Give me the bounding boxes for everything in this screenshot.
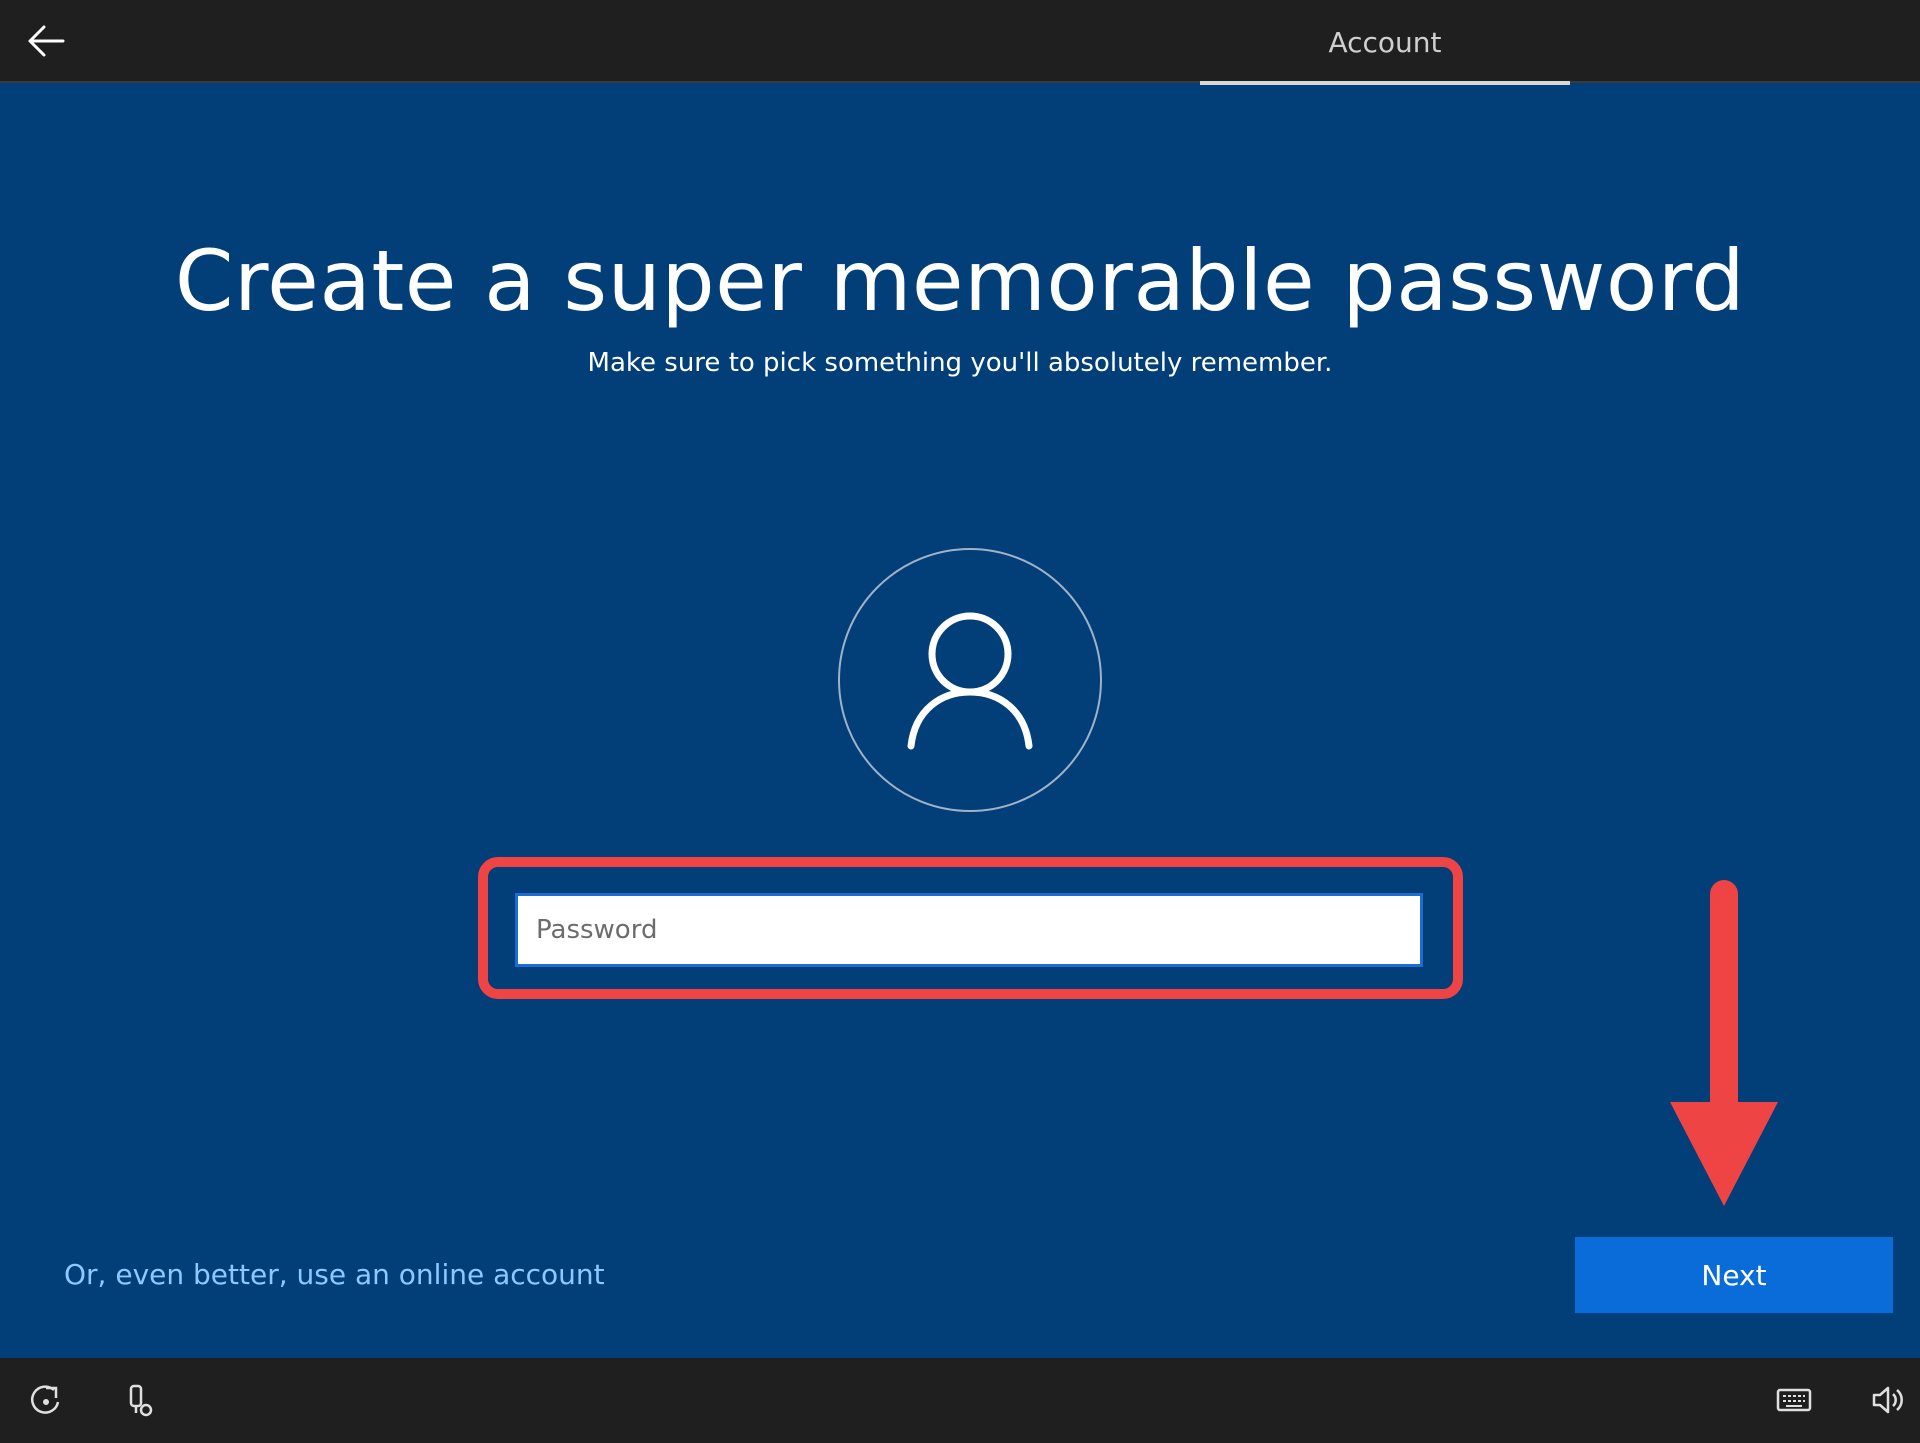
user-icon	[907, 612, 1033, 750]
password-input[interactable]	[515, 893, 1423, 967]
ease-of-access-button[interactable]	[20, 1374, 72, 1426]
top-bar: Account	[0, 0, 1920, 85]
bottom-bar	[0, 1358, 1920, 1443]
volume-button[interactable]	[1862, 1374, 1914, 1426]
next-button[interactable]: Next	[1575, 1237, 1893, 1313]
back-button[interactable]	[20, 18, 72, 64]
arrow-left-icon	[28, 25, 65, 57]
volume-icon	[1872, 1386, 1903, 1414]
keyboard-icon	[1776, 1388, 1812, 1412]
keyboard-button[interactable]	[1768, 1374, 1820, 1426]
device-microphone-icon	[129, 1384, 153, 1417]
page-title: Create a super memorable password	[174, 232, 1746, 330]
microphone-button[interactable]	[112, 1374, 164, 1426]
tab-account[interactable]: Account	[1200, 0, 1570, 85]
arrow-down-icon	[1670, 880, 1778, 1206]
online-account-link[interactable]: Or, even better, use an online account	[64, 1258, 605, 1291]
avatar	[838, 548, 1102, 812]
page-subtitle: Make sure to pick something you'll absol…	[587, 348, 1333, 378]
ease-of-access-icon	[30, 1385, 60, 1414]
